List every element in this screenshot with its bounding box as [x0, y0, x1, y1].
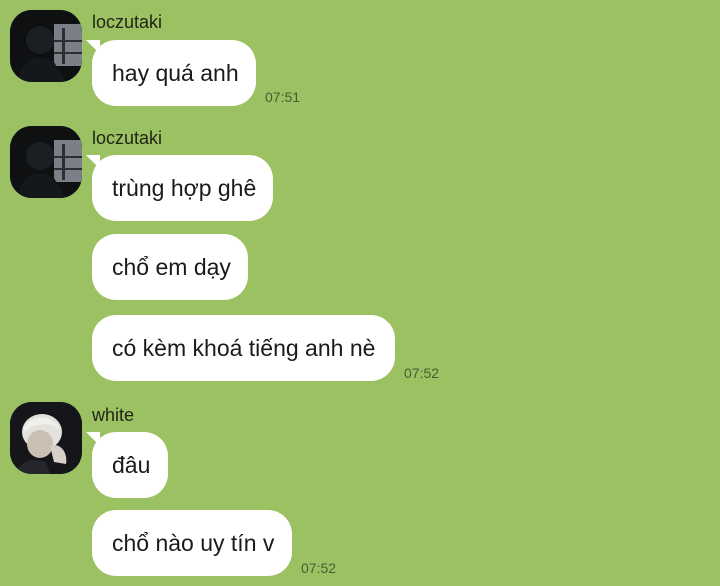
sender-name: loczutaki	[92, 128, 163, 148]
user-avatar-icon	[10, 402, 82, 474]
message-text: chổ em dạy	[112, 254, 231, 280]
message-bubble[interactable]: chổ em dạy	[92, 234, 248, 300]
message-bubble[interactable]: có kèm khoá tiếng anh nè	[92, 315, 395, 381]
user-avatar-icon	[10, 10, 82, 82]
sender-name: loczutaki	[92, 12, 163, 32]
avatar-white[interactable]	[10, 402, 82, 474]
message-text: trùng hợp ghê	[112, 175, 257, 201]
user-avatar-icon	[10, 126, 82, 198]
message-bubble[interactable]: trùng hợp ghê	[86, 155, 273, 221]
message-time: 07:51	[265, 89, 301, 105]
message-text: hay quá anh	[112, 60, 239, 86]
avatar-loczutaki[interactable]	[10, 126, 82, 198]
message-text: đâu	[112, 452, 151, 478]
sender-name: white	[92, 405, 135, 425]
message-text: chổ nào uy tín v	[112, 530, 275, 556]
message-bubble[interactable]: hay quá anh	[86, 40, 256, 106]
avatar-loczutaki[interactable]	[10, 10, 82, 82]
message-bubble[interactable]: chổ nào uy tín v	[92, 510, 292, 576]
message-bubble[interactable]: đâu	[86, 432, 168, 498]
message-text: có kèm khoá tiếng anh nè	[112, 335, 376, 361]
message-time: 07:52	[404, 365, 440, 381]
message-time: 07:52	[301, 560, 337, 576]
chat-thread: loczutaki hay quá anh 07:51 loczutaki tr…	[0, 0, 720, 586]
